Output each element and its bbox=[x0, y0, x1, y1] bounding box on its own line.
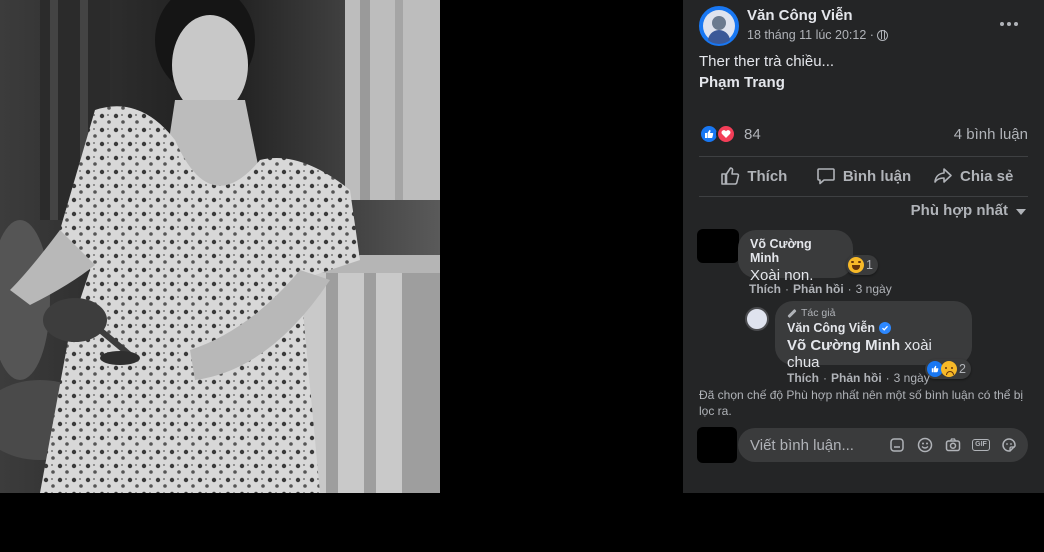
comment-bubble: Võ Cường Minh Xoài non. bbox=[738, 230, 853, 284]
like-button[interactable]: Thích bbox=[699, 158, 809, 194]
share-button[interactable]: Chia sẻ bbox=[918, 158, 1028, 194]
sort-label: Phù hợp nhất bbox=[910, 202, 1008, 219]
love-reaction-icon bbox=[716, 124, 736, 144]
reply-author-name: Văn Công Viễn bbox=[787, 321, 960, 335]
divider bbox=[699, 196, 1028, 197]
mention-link[interactable]: Võ Cường Minh bbox=[787, 337, 900, 354]
camera-icon[interactable] bbox=[944, 436, 962, 454]
emoji-icon[interactable] bbox=[916, 436, 934, 454]
reply-time[interactable]: 3 ngày bbox=[894, 371, 930, 385]
post-meta: 18 tháng 11 lúc 20:12 · bbox=[747, 28, 888, 42]
reply-like-link[interactable]: Thích bbox=[787, 371, 819, 385]
post-timestamp[interactable]: 18 tháng 11 lúc 20:12 · bbox=[747, 28, 874, 42]
globe-icon[interactable] bbox=[876, 29, 888, 41]
current-user-avatar[interactable] bbox=[697, 427, 737, 463]
sticker-icon[interactable] bbox=[1000, 436, 1018, 454]
post-actions: Thích Bình luận Chia sẻ bbox=[699, 158, 1028, 194]
gif-icon[interactable]: GIF bbox=[972, 436, 990, 454]
sad-emoji-icon bbox=[941, 361, 957, 377]
comment-button[interactable]: Bình luận bbox=[809, 158, 919, 194]
divider bbox=[699, 156, 1028, 157]
comment-reaction-count: 1 bbox=[866, 258, 873, 272]
comment-button-label: Bình luận bbox=[842, 167, 912, 185]
avatar-sticker-icon[interactable] bbox=[888, 436, 906, 454]
reply-author-avatar[interactable] bbox=[745, 307, 769, 331]
post-author[interactable]: Văn Công Viễn bbox=[747, 7, 853, 24]
author-tag-label: Tác giả bbox=[801, 307, 836, 319]
share-icon bbox=[934, 168, 952, 183]
post-text: Ther ther trà chiều... bbox=[699, 53, 835, 70]
reply-reaction-count: 2 bbox=[959, 362, 966, 376]
caret-down-icon bbox=[1016, 208, 1026, 215]
comment-input[interactable] bbox=[750, 428, 880, 462]
comment-composer[interactable]: GIF bbox=[738, 428, 1028, 462]
post-panel: Văn Công Viễn 18 tháng 11 lúc 20:12 · Th… bbox=[683, 0, 1044, 493]
sort-dropdown[interactable]: Phù hợp nhất bbox=[911, 202, 1026, 219]
reactions-summary[interactable]: 84 bbox=[699, 124, 761, 144]
verified-icon bbox=[878, 322, 891, 334]
comment-reactions[interactable]: 1 bbox=[846, 255, 878, 275]
comment-like-link[interactable]: Thích bbox=[749, 282, 781, 296]
reply-reactions[interactable]: 2 bbox=[925, 359, 971, 379]
comment-reply-link[interactable]: Phản hồi bbox=[793, 282, 844, 296]
reply-actions: Thích · Phản hồi · 3 ngày bbox=[787, 371, 930, 385]
tagged-person[interactable]: Phạm Trang bbox=[699, 74, 785, 91]
reply-reply-link[interactable]: Phản hồi bbox=[831, 371, 882, 385]
photo-image bbox=[0, 0, 440, 493]
author-avatar[interactable] bbox=[699, 6, 739, 46]
author-badge: Tác giả bbox=[787, 307, 960, 319]
like-button-label: Thích bbox=[747, 167, 788, 185]
reply-author-name-text[interactable]: Văn Công Viễn bbox=[787, 321, 875, 335]
reply-bubble: Tác giả Văn Công Viễn Võ Cường Minh xoài… bbox=[775, 301, 972, 371]
post-photo[interactable] bbox=[0, 0, 440, 493]
commenter-name[interactable]: Võ Cường Minh bbox=[750, 237, 841, 265]
comment-count[interactable]: 4 bình luận bbox=[954, 126, 1028, 143]
reaction-count: 84 bbox=[744, 125, 761, 143]
haha-emoji-icon bbox=[848, 257, 864, 273]
thumbs-up-icon bbox=[721, 167, 740, 185]
filter-note: Đã chọn chế độ Phù hợp nhất nên một số b… bbox=[699, 388, 1024, 418]
more-options-icon[interactable] bbox=[993, 12, 1025, 36]
comment-actions: Thích · Phản hồi · 3 ngày bbox=[749, 282, 892, 296]
share-button-label: Chia sẻ bbox=[960, 167, 1014, 185]
pencil-icon bbox=[787, 308, 797, 318]
comment-time[interactable]: 3 ngày bbox=[856, 282, 892, 296]
commenter-avatar[interactable] bbox=[697, 229, 739, 263]
comment-icon bbox=[817, 168, 835, 185]
